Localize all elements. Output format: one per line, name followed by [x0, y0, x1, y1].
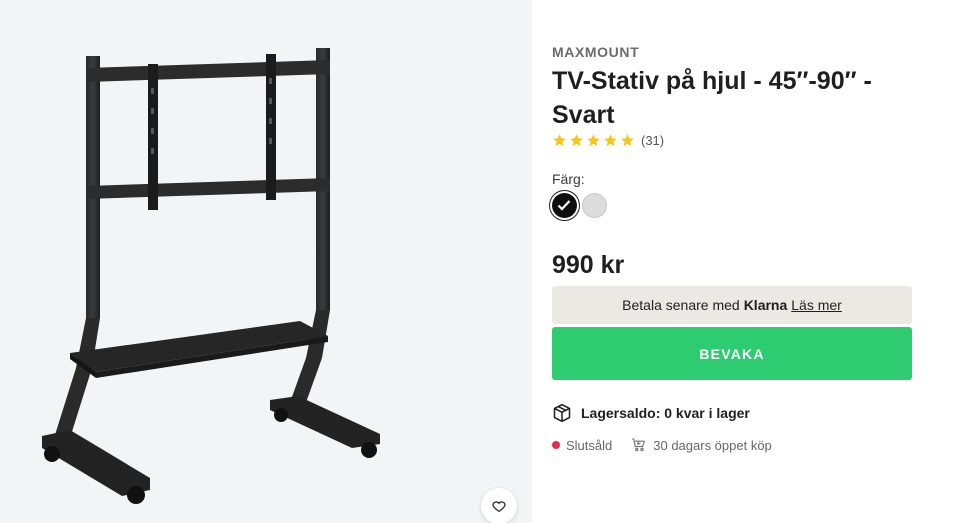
brand-name[interactable]: MAXMOUNT [552, 44, 639, 60]
cart-return-icon [632, 438, 646, 452]
check-icon [557, 200, 571, 211]
star-icon [553, 134, 566, 147]
star-icon [570, 134, 583, 147]
product-image[interactable] [30, 38, 400, 508]
klarna-logo: Klarna [743, 297, 788, 313]
rating-count: (31) [641, 133, 665, 148]
wishlist-button[interactable] [481, 488, 517, 523]
status-label: Slutsåld [566, 437, 613, 453]
returns-info: 30 dagars öppet köp [630, 436, 772, 454]
stock-label: Lagersaldo: 0 kvar i lager [581, 405, 750, 421]
star-icon [604, 134, 617, 147]
rating[interactable]: (31) [552, 133, 664, 148]
klarna-read-more-link[interactable]: Läs mer [791, 297, 842, 313]
watch-button[interactable]: BEVAKA [552, 327, 912, 380]
heart-icon [492, 501, 506, 513]
stock-status: Lagersaldo: 0 kvar i lager [552, 403, 750, 423]
klarna-prefix: Betala senare med [622, 297, 740, 313]
color-swatch-grey[interactable] [582, 193, 607, 218]
star-icon [621, 134, 634, 147]
returns-label: 30 dagars öppet köp [653, 437, 772, 453]
status-dot [552, 441, 560, 449]
klarna-banner: Betala senare med Klarna Läs mer [552, 286, 912, 324]
product-gallery [0, 0, 532, 523]
color-label: Färg: [552, 171, 585, 187]
product-title: TV-Stativ på hjul - 45″-90″ - Svart [552, 67, 872, 129]
star-icon [587, 134, 600, 147]
color-swatch-black[interactable] [552, 193, 577, 218]
price: 990 kr [552, 251, 625, 279]
availability-meta: Slutsåld 30 dagars öppet köp [552, 436, 772, 454]
color-swatches [552, 193, 607, 218]
box-icon [553, 403, 571, 423]
